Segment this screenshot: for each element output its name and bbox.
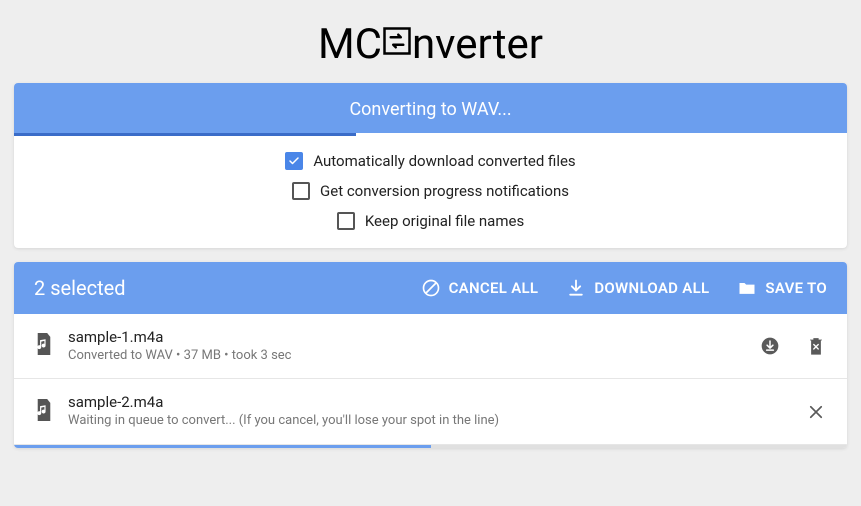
audio-file-icon (34, 333, 54, 359)
files-panel: 2 selected CANCEL ALL DOWNLOAD ALL SAVE … (14, 262, 847, 448)
cancel-icon (421, 278, 441, 298)
folder-icon (737, 278, 757, 298)
file-meta: sample-2.m4a Waiting in queue to convert… (68, 393, 781, 429)
cancel-all-label: CANCEL ALL (449, 279, 539, 297)
delete-file-button[interactable] (805, 335, 827, 357)
download-file-button[interactable] (759, 335, 781, 357)
app-logo: MC nverter (0, 0, 861, 83)
download-all-button[interactable]: DOWNLOAD ALL (566, 278, 709, 298)
audio-file-icon (34, 399, 54, 425)
close-icon (807, 403, 825, 421)
file-row: sample-2.m4a Waiting in queue to convert… (14, 379, 847, 444)
convert-options: Automatically download converted files G… (14, 136, 847, 248)
cancel-file-button[interactable] (805, 401, 827, 423)
convert-title: Converting to WAV... (349, 99, 511, 120)
download-all-label: DOWNLOAD ALL (594, 279, 709, 297)
option-keep-names[interactable]: Keep original file names (337, 212, 524, 230)
selected-count: 2 selected (34, 276, 393, 300)
files-progress-fill (14, 445, 431, 448)
checkbox-icon (292, 182, 310, 200)
convert-progress-fill (14, 133, 356, 136)
file-name: sample-2.m4a (68, 393, 781, 413)
trash-icon (807, 336, 825, 356)
option-notifications[interactable]: Get conversion progress notifications (292, 182, 569, 200)
file-status: Converted to WAV • 37 MB • took 3 sec (68, 348, 735, 365)
files-progress-track (14, 445, 847, 448)
file-row: sample-1.m4a Converted to WAV • 37 MB • … (14, 314, 847, 379)
logo-suffix: nverter (412, 20, 543, 69)
swap-icon (382, 18, 412, 67)
logo-prefix: MC (318, 20, 382, 69)
checkbox-icon (285, 152, 303, 170)
download-circle-icon (760, 336, 780, 356)
option-label: Get conversion progress notifications (320, 182, 569, 200)
file-meta: sample-1.m4a Converted to WAV • 37 MB • … (68, 328, 735, 364)
option-label: Automatically download converted files (313, 152, 575, 170)
save-to-button[interactable]: SAVE TO (737, 278, 827, 298)
download-icon (566, 278, 586, 298)
file-name: sample-1.m4a (68, 328, 735, 348)
convert-panel: Converting to WAV... Automatically downl… (14, 83, 847, 248)
files-panel-header: 2 selected CANCEL ALL DOWNLOAD ALL SAVE … (14, 262, 847, 314)
cancel-all-button[interactable]: CANCEL ALL (421, 278, 539, 298)
save-to-label: SAVE TO (765, 279, 827, 297)
checkbox-icon (337, 212, 355, 230)
convert-panel-header: Converting to WAV... (14, 83, 847, 136)
option-label: Keep original file names (365, 212, 524, 230)
option-auto-download[interactable]: Automatically download converted files (285, 152, 575, 170)
file-status: Waiting in queue to convert... (If you c… (68, 413, 781, 430)
